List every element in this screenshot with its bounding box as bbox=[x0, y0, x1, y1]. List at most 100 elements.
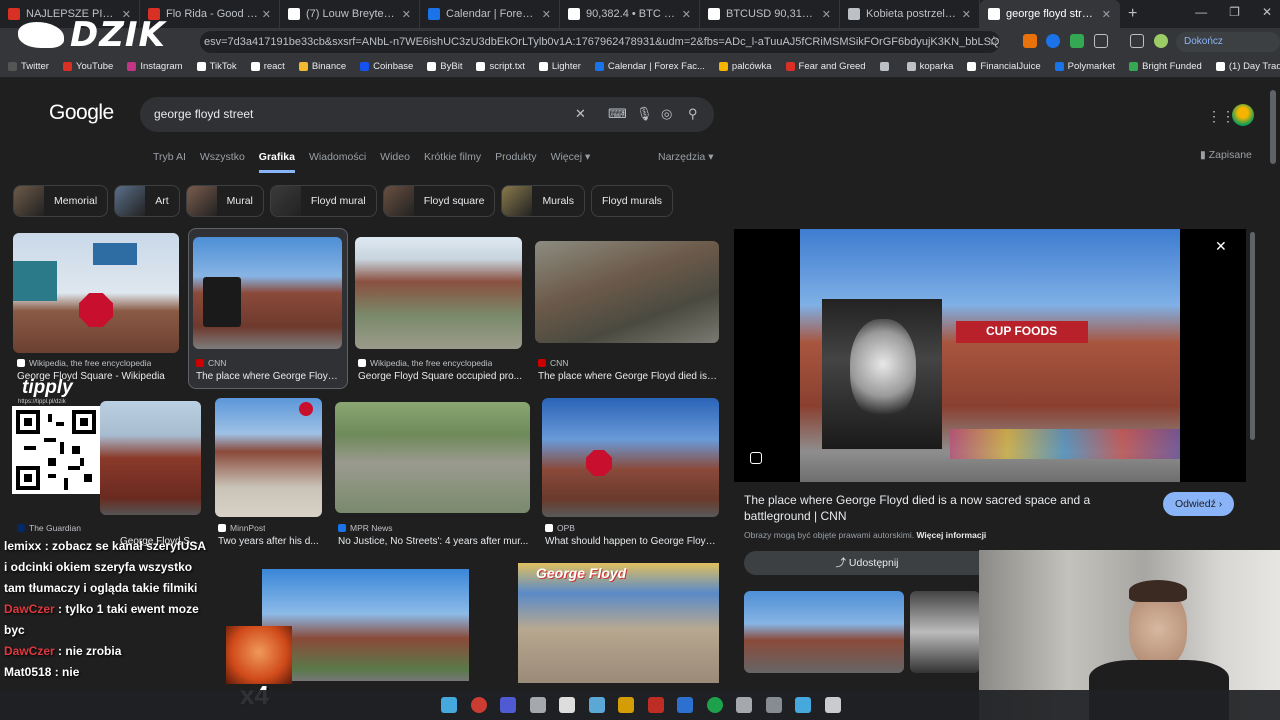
search-tab[interactable]: Grafika bbox=[258, 151, 295, 173]
bookmark-item[interactable]: (1) Day Trading Boo... bbox=[1215, 61, 1280, 72]
bookmark-item[interactable]: react bbox=[250, 61, 285, 72]
steam-icon[interactable] bbox=[588, 697, 605, 713]
bookmark-item[interactable]: koparka bbox=[906, 61, 953, 72]
launcher-icon[interactable] bbox=[736, 697, 752, 713]
filter-chip[interactable]: Floyd murals bbox=[590, 185, 674, 217]
search-icon[interactable]: ⚲ bbox=[688, 106, 698, 122]
tab-close-icon[interactable]: ✕ bbox=[402, 8, 411, 21]
explorer-icon[interactable] bbox=[618, 697, 634, 713]
tab-close-icon[interactable]: ✕ bbox=[682, 8, 691, 21]
browser-tab[interactable]: Calendar | Forex Factory ✕ bbox=[420, 0, 560, 28]
chrome-icon[interactable] bbox=[470, 697, 487, 713]
search-tab[interactable]: Wszystko bbox=[200, 151, 245, 173]
bookmark-item[interactable]: Binance bbox=[298, 61, 346, 72]
browser-tab[interactable]: george floyd street - Szuk ✕ bbox=[980, 0, 1120, 28]
bookmark-item[interactable]: TikTok bbox=[196, 61, 237, 72]
vscode-icon[interactable] bbox=[677, 697, 693, 713]
tools-button[interactable]: Narzędzia ▾ bbox=[658, 151, 713, 163]
result-image[interactable] bbox=[193, 237, 342, 349]
result-image[interactable] bbox=[262, 569, 469, 681]
preview-scrollbar[interactable] bbox=[1250, 232, 1255, 440]
filter-chip[interactable]: Mural bbox=[185, 185, 264, 217]
bookmark-item[interactable]: Calendar | Forex Fac... bbox=[594, 61, 705, 72]
saved-button[interactable]: ▮ Zapisane bbox=[1200, 149, 1252, 161]
search-tab[interactable]: Wideo bbox=[380, 151, 410, 173]
result-image[interactable] bbox=[535, 241, 719, 343]
bookmark-item[interactable]: Polymarket bbox=[1054, 61, 1115, 72]
result-image[interactable] bbox=[215, 398, 322, 517]
result-image[interactable] bbox=[13, 233, 179, 353]
bookmark-item[interactable]: Twitter bbox=[8, 61, 49, 72]
result-image[interactable]: George Floyd bbox=[518, 563, 719, 683]
search-input[interactable]: george floyd street bbox=[154, 107, 253, 121]
filter-chip[interactable]: Floyd mural bbox=[269, 185, 377, 217]
filter-chip[interactable]: Murals bbox=[501, 185, 585, 217]
filter-chip[interactable]: Art bbox=[114, 185, 180, 217]
result-image[interactable] bbox=[100, 401, 201, 515]
result-image[interactable] bbox=[335, 402, 530, 513]
filter-chip[interactable]: Memorial bbox=[13, 185, 109, 217]
avatar[interactable] bbox=[1232, 104, 1254, 126]
bookmark-star-icon[interactable]: ☆ bbox=[988, 33, 1000, 49]
result-caption[interactable]: No Justice, No Streets': 4 years after m… bbox=[338, 536, 530, 547]
browser-tab[interactable]: 90,382.4 • BTC • Lighter ✕ bbox=[560, 0, 700, 28]
microphone-icon[interactable]: 🎙 bbox=[636, 106, 653, 122]
search-box[interactable]: george floyd street ✕ ⌨ 🎙 ◎ ⚲ bbox=[140, 97, 714, 132]
obs-icon[interactable] bbox=[559, 697, 575, 713]
extension-icon[interactable] bbox=[1070, 34, 1084, 48]
result-image[interactable] bbox=[355, 237, 522, 349]
reading-list-icon[interactable] bbox=[1130, 34, 1144, 48]
keyboard-icon[interactable]: ⌨ bbox=[608, 106, 627, 122]
result-caption[interactable]: What should happen to George Floyd... bbox=[545, 536, 719, 547]
page-scrollbar[interactable] bbox=[1270, 90, 1276, 164]
windows-start-icon[interactable] bbox=[441, 697, 457, 713]
search-tab[interactable]: Produkty bbox=[495, 151, 536, 173]
snip-icon[interactable] bbox=[529, 697, 546, 713]
minimize-button[interactable]: — bbox=[1195, 5, 1207, 19]
related-image[interactable] bbox=[910, 591, 980, 673]
search-tab[interactable]: Wiadomości bbox=[309, 151, 366, 173]
bookmark-item[interactable]: script.txt bbox=[476, 61, 525, 72]
tab-close-icon[interactable]: ✕ bbox=[262, 8, 271, 21]
lens-icon[interactable]: ◎ bbox=[661, 106, 672, 122]
close-window-button[interactable]: ✕ bbox=[1262, 5, 1272, 19]
close-icon[interactable]: ✕ bbox=[1215, 238, 1227, 255]
tab-close-icon[interactable]: ✕ bbox=[1102, 8, 1111, 21]
result-caption[interactable]: The place where George Floyd... bbox=[196, 371, 341, 382]
bookmark-item[interactable]: Lighter bbox=[538, 61, 581, 72]
extension-icon[interactable] bbox=[1023, 34, 1037, 48]
filter-chip[interactable]: Floyd square bbox=[382, 185, 496, 217]
bookmark-item[interactable] bbox=[879, 62, 893, 71]
notepad-icon[interactable] bbox=[765, 697, 782, 713]
bookmark-item[interactable]: YouTube bbox=[62, 61, 113, 72]
spotify-icon[interactable] bbox=[706, 697, 723, 713]
chrome-profile-avatar[interactable] bbox=[1154, 34, 1168, 48]
browser-tab[interactable]: Kobieta postrzelona przez ✕ bbox=[840, 0, 980, 28]
url-field[interactable]: esv=7d3a417191be33cb&sxsrf=ANbL-n7WE6ish… bbox=[200, 31, 1000, 53]
preview-image[interactable]: CUP FOODS bbox=[800, 229, 1180, 482]
bookmark-item[interactable]: ByBit bbox=[427, 61, 462, 72]
extension-icon[interactable] bbox=[1046, 34, 1060, 48]
preview-title[interactable]: The place where George Floyd died is a n… bbox=[744, 492, 1144, 524]
search-tab[interactable]: Krótkie filmy bbox=[424, 151, 481, 173]
browser-tab[interactable]: BTCUSD 90,318 ▼ −0.78% ✕ bbox=[700, 0, 840, 28]
bookmark-item[interactable]: Fear and Greed bbox=[785, 61, 866, 72]
result-caption[interactable]: Two years after his d... bbox=[218, 536, 321, 547]
tab-close-icon[interactable]: ✕ bbox=[542, 8, 551, 21]
search-tab[interactable]: Tryb AI bbox=[153, 151, 186, 173]
bookmark-item[interactable]: palcówka bbox=[718, 61, 772, 72]
bookmark-item[interactable]: Coinbase bbox=[360, 61, 413, 72]
share-button[interactable]: ⤴ Udostępnij bbox=[744, 551, 990, 575]
related-image[interactable] bbox=[744, 591, 904, 673]
result-caption[interactable]: George Floyd Square occupied pro... bbox=[358, 371, 522, 382]
terminal-icon[interactable] bbox=[824, 697, 841, 713]
lens-search-icon[interactable] bbox=[750, 452, 762, 464]
bookmark-item[interactable]: FinancialJuice bbox=[967, 61, 1041, 72]
browser-tab[interactable]: (7) Louw Breytenbach on ✕ bbox=[280, 0, 420, 28]
restore-button[interactable]: ❐ bbox=[1229, 5, 1240, 19]
tab-close-icon[interactable]: ✕ bbox=[962, 8, 971, 21]
result-image[interactable] bbox=[542, 398, 719, 517]
photos-icon[interactable] bbox=[795, 697, 811, 713]
tab-close-icon[interactable]: ✕ bbox=[822, 8, 831, 21]
ccleaner-icon[interactable] bbox=[647, 697, 664, 713]
